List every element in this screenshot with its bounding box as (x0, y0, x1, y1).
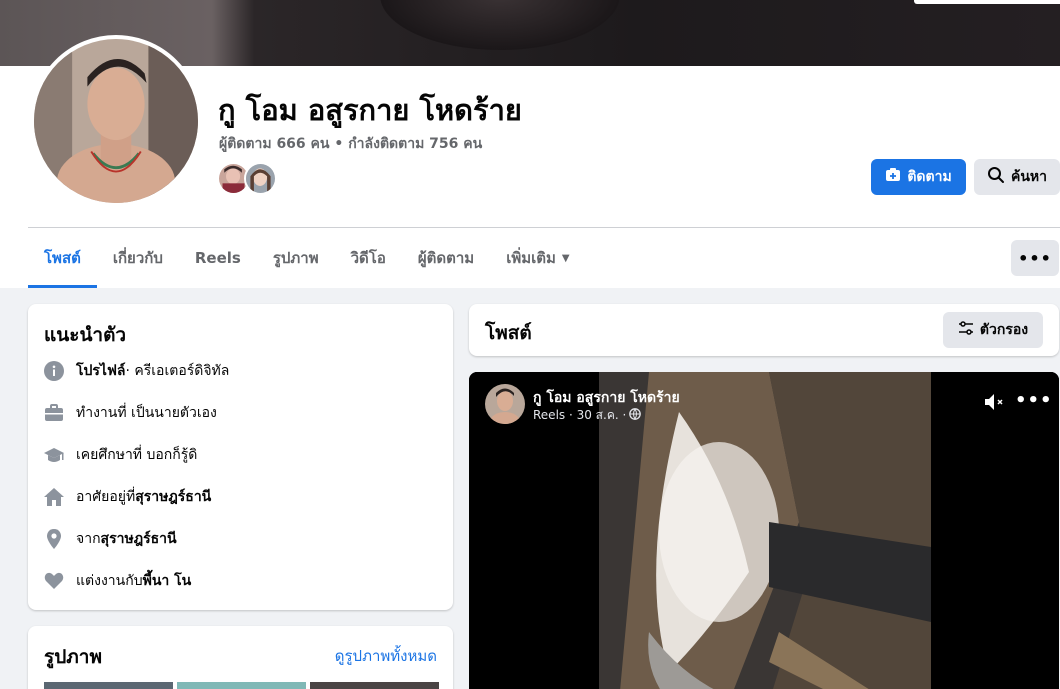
intro-profile-row: โปรไฟล์ · ครีเอเตอร์ดิจิทัล (44, 360, 229, 382)
following-count[interactable]: กำลังติดตาม 756 คน (348, 136, 482, 152)
profile-stats: ผู้ติดตาม 666 คน • กำลังติดตาม 756 คน (219, 133, 482, 155)
info-icon (44, 361, 64, 381)
intro-lives-value[interactable]: สุราษฎร์ธานี (135, 486, 211, 508)
graduation-cap-icon (44, 445, 64, 465)
cover-edge-tab (914, 0, 1060, 4)
follow-label: ติดตาม (907, 169, 952, 185)
reel-post[interactable]: กู โอม อสูรกาย โหดร้าย Reels · 30 ส.ค. ·… (469, 372, 1059, 689)
avatar-image (34, 39, 198, 203)
intro-from-value[interactable]: สุราษฎร์ธานี (101, 528, 177, 550)
intro-profile-label: โปรไฟล์ (76, 363, 126, 379)
intro-from-row: จาก สุราษฎร์ธานี (44, 528, 177, 550)
intro-education-row: เคยศึกษาที่ บอกก็รู้ดิ (44, 444, 197, 466)
tab-about[interactable]: เกี่ยวกับ (97, 228, 179, 288)
intro-lives-prefix: อาศัยอยู่ที่ (76, 489, 136, 505)
filter-icon (958, 320, 974, 340)
intro-married-value[interactable]: พี้นา โน (143, 570, 192, 592)
location-pin-icon (44, 529, 64, 549)
stats-separator: • (329, 136, 349, 152)
post-meta-text: Reels · 30 ส.ค. · (533, 408, 627, 422)
intro-work-row: ทำงานที่ เป็นนายตัวเอง (44, 402, 217, 424)
post-options-button[interactable]: ••• (1015, 390, 1053, 411)
see-all-photos-link[interactable]: ดูรูปภาพทั้งหมด (335, 644, 437, 668)
follow-button[interactable]: ติดตาม (871, 159, 966, 195)
mute-icon[interactable] (983, 392, 1007, 412)
posts-title: โพสต์ (485, 322, 532, 344)
tab-followers[interactable]: ผู้ติดตาม (402, 228, 490, 288)
intro-from-prefix: จาก (76, 531, 101, 547)
cover-shade (380, 0, 620, 50)
tab-videos[interactable]: วิดีโอ (335, 228, 402, 288)
followers-count[interactable]: ผู้ติดตาม 666 คน (219, 136, 329, 152)
posts-header-card: โพสต์ ตัวกรอง (469, 304, 1059, 356)
tab-more-label: เพิ่มเติม (506, 249, 556, 267)
profile-tabs: โพสต์ เกี่ยวกับ Reels รูปภาพ วิดีโอ ผู้ต… (28, 228, 586, 288)
photo-thumbnail[interactable] (177, 682, 306, 689)
intro-education-text: เคยศึกษาที่ บอกก็รู้ดิ (76, 447, 198, 463)
photo-thumbnail[interactable] (310, 682, 439, 689)
briefcase-icon (44, 403, 64, 423)
intro-title: แนะนำตัว (44, 324, 127, 346)
photo-thumbnail[interactable] (44, 682, 173, 689)
more-options-button[interactable]: ••• (1011, 240, 1059, 276)
photos-card: รูปภาพ ดูรูปภาพทั้งหมด (28, 626, 453, 689)
photos-title: รูปภาพ (44, 646, 102, 668)
intro-married-prefix: แต่งงานกับ (76, 573, 143, 589)
profile-avatar[interactable] (30, 35, 202, 207)
intro-work-text: ทำงานที่ เป็นนายตัวเอง (76, 405, 217, 421)
filter-button[interactable]: ตัวกรอง (943, 312, 1043, 348)
search-label: ค้นหา (1010, 169, 1048, 185)
intro-married-row: แต่งงานกับ พี้นา โน (44, 570, 191, 592)
filter-label: ตัวกรอง (979, 322, 1029, 338)
mini-avatar[interactable] (244, 162, 277, 195)
mutual-avatars (217, 162, 277, 195)
tab-reels[interactable]: Reels (179, 228, 257, 288)
intro-card: แนะนำตัว โปรไฟล์ · ครีเอเตอร์ดิจิทัล ทำง… (28, 304, 453, 610)
profile-name: กู โอม อสูรกาย โหดร้าย (218, 93, 522, 127)
post-meta: Reels · 30 ส.ค. · (533, 406, 642, 425)
post-author-avatar[interactable] (485, 384, 525, 424)
tab-posts[interactable]: โพสต์ (28, 228, 97, 288)
caret-down-icon: ▼ (561, 252, 570, 264)
globe-icon (629, 408, 642, 423)
search-button[interactable]: ค้นหา (974, 159, 1060, 195)
photo-thumbnails (44, 682, 439, 689)
intro-profile-value: · ครีเอเตอร์ดิจิทัล (125, 363, 230, 379)
intro-lives-row: อาศัยอยู่ที่ สุราษฎร์ธานี (44, 486, 211, 508)
home-icon (44, 487, 64, 507)
tab-more[interactable]: เพิ่มเติม ▼ (490, 228, 585, 288)
follow-icon (885, 167, 901, 187)
heart-icon (44, 571, 64, 591)
search-icon (987, 166, 1005, 188)
tab-photos[interactable]: รูปภาพ (257, 228, 335, 288)
